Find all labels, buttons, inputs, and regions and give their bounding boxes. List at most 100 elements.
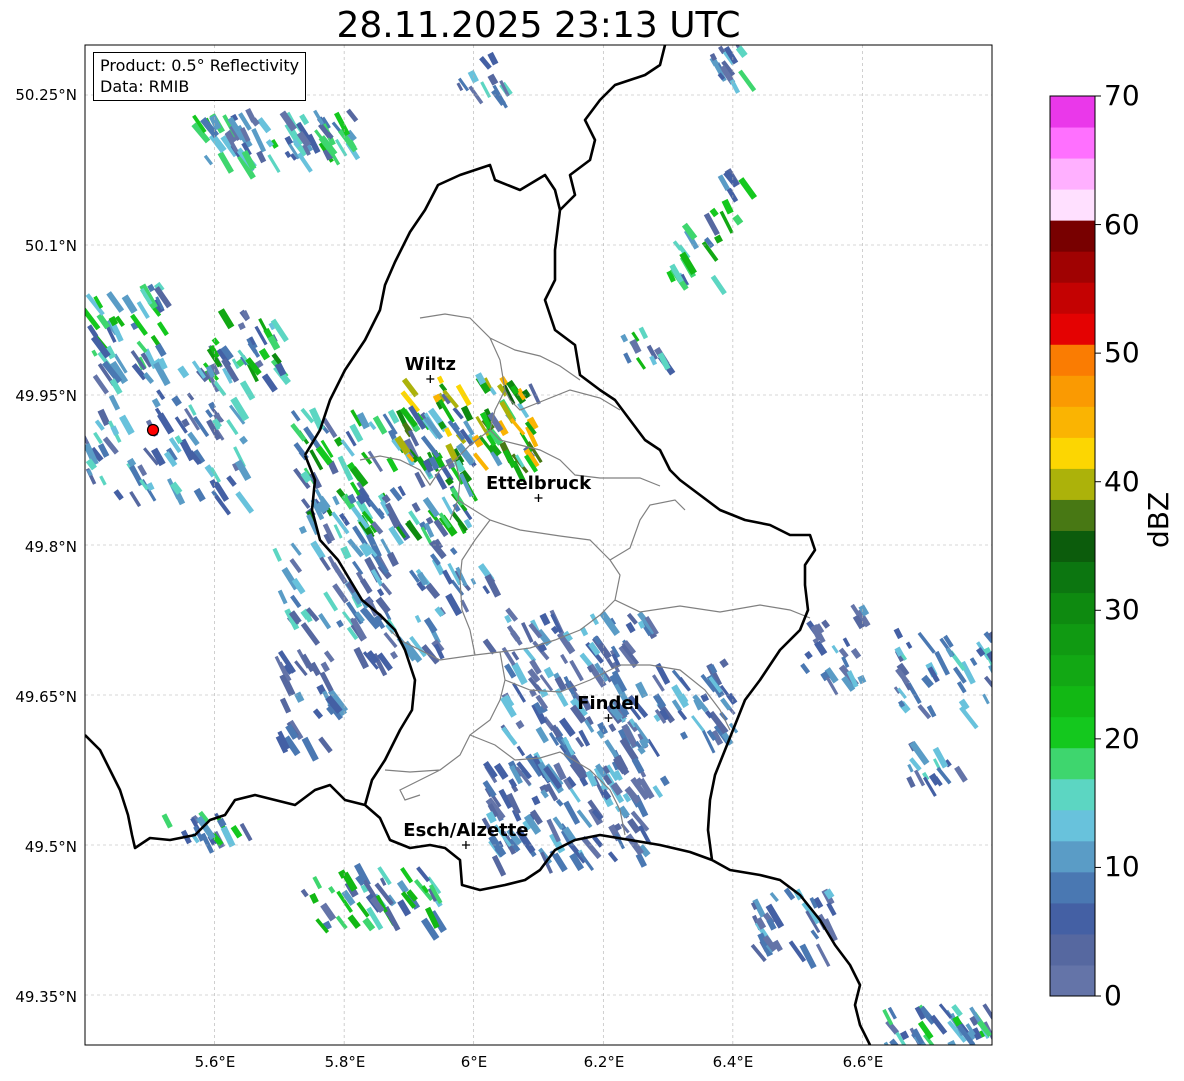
echo-cell xyxy=(267,154,281,173)
echo-cell xyxy=(93,431,103,445)
echo-cell xyxy=(267,334,281,351)
echo-cell xyxy=(934,650,950,676)
colorbar-tick-label: 30 xyxy=(1104,593,1140,626)
echo-cell xyxy=(982,1003,992,1021)
echo-cell xyxy=(555,798,564,807)
echo-cell xyxy=(560,653,569,665)
echo-cell xyxy=(336,619,344,628)
echo-cell xyxy=(629,338,642,354)
echo-cell xyxy=(226,419,239,436)
echo-cell xyxy=(258,318,268,331)
echo-cell xyxy=(710,274,727,296)
echo-cell xyxy=(396,880,409,894)
echo-cell xyxy=(850,603,861,617)
y-tick-label: 49.95°N xyxy=(15,387,77,405)
y-tick-label: 49.8°N xyxy=(24,538,77,556)
colorbar-segment xyxy=(1050,158,1095,190)
echo-cell xyxy=(769,891,779,903)
echo-cell xyxy=(300,622,321,646)
echo-cell xyxy=(472,452,489,472)
echo-cell xyxy=(580,626,589,637)
echo-cell xyxy=(375,596,391,614)
colorbar-tick-label: 40 xyxy=(1104,465,1140,498)
echo-cell xyxy=(386,551,399,567)
echo-cell xyxy=(569,659,584,682)
echo-cell xyxy=(312,708,324,720)
echo-cell xyxy=(300,888,309,898)
colorbar-segment xyxy=(1050,127,1095,159)
y-tick-label: 50.25°N xyxy=(15,86,77,104)
echo-cell xyxy=(226,475,237,487)
y-tick-label: 49.5°N xyxy=(24,838,77,856)
echo-cell xyxy=(272,547,282,562)
echo-cell xyxy=(335,915,348,930)
echo-cell xyxy=(217,151,234,174)
echo-cell xyxy=(625,833,644,856)
x-tick-label: 5.6°E xyxy=(194,1053,236,1071)
echo-cell xyxy=(279,697,292,714)
echo-cell xyxy=(121,294,138,314)
echo-cell xyxy=(738,69,757,92)
echo-cell xyxy=(323,650,335,663)
echo-cell xyxy=(289,558,303,574)
colorbar-segment xyxy=(1050,282,1095,314)
echo-cell xyxy=(332,583,349,604)
colorbar-segment xyxy=(1050,189,1095,221)
colorbar-segment xyxy=(1050,375,1095,407)
colorbar-segment xyxy=(1050,499,1095,531)
echo-cell xyxy=(346,108,359,123)
echo-cell xyxy=(487,73,499,86)
colorbar-segment xyxy=(1050,561,1095,594)
echo-cell xyxy=(239,822,253,842)
echo-cell xyxy=(652,693,667,709)
colorbar-segment xyxy=(1050,313,1095,345)
echo-cell xyxy=(552,852,568,873)
city-marker xyxy=(461,841,470,849)
echo-cell xyxy=(347,914,361,930)
echo-cell xyxy=(906,776,916,789)
echo-cell xyxy=(106,291,125,313)
colorbar-segment xyxy=(1050,220,1095,252)
echo-cell xyxy=(186,392,195,401)
echo-cell xyxy=(99,475,107,486)
echo-cell xyxy=(677,709,688,721)
echo-cell xyxy=(151,397,161,408)
echo-cell xyxy=(309,892,319,904)
echo-cell xyxy=(738,177,758,200)
echo-cell xyxy=(436,375,445,384)
echo-cell xyxy=(539,612,551,626)
echo-cell xyxy=(113,489,124,501)
echo-cell xyxy=(531,795,541,806)
colorbar-segment xyxy=(1050,902,1095,935)
echo-cell xyxy=(320,902,337,922)
echo-cell xyxy=(719,210,734,234)
echo-cell xyxy=(312,875,323,890)
echo-cell xyxy=(261,373,278,393)
echo-cell xyxy=(969,657,978,667)
city-label: Ettelbruck xyxy=(486,473,592,494)
echo-cell xyxy=(411,502,421,513)
echo-cell xyxy=(290,422,307,442)
colorbar-tick-label: 0 xyxy=(1104,979,1122,1012)
colorbar-segment xyxy=(1050,344,1095,376)
colorbar-tick-label: 20 xyxy=(1104,722,1140,755)
echo-cell xyxy=(467,69,479,84)
echo-cell xyxy=(509,418,526,436)
y-tick-label: 50.1°N xyxy=(24,237,77,255)
echo-cell xyxy=(516,745,526,757)
echo-cell xyxy=(119,414,135,436)
echo-cell xyxy=(679,731,688,740)
echo-cell xyxy=(217,308,235,330)
echo-cell xyxy=(129,490,142,508)
echo-cell xyxy=(947,1039,959,1045)
echo-cell xyxy=(709,207,719,218)
colorbar-segment xyxy=(1050,964,1095,997)
colorbar-tick-label: 60 xyxy=(1104,208,1140,241)
echo-cell xyxy=(237,322,246,331)
map-title: 28.11.2025 23:13 UTC xyxy=(336,5,741,46)
echo-cell xyxy=(959,706,979,730)
colorbar-segment xyxy=(1050,716,1095,749)
echo-cell xyxy=(842,637,851,648)
echo-cell xyxy=(377,588,385,597)
echo-cell xyxy=(850,647,862,660)
